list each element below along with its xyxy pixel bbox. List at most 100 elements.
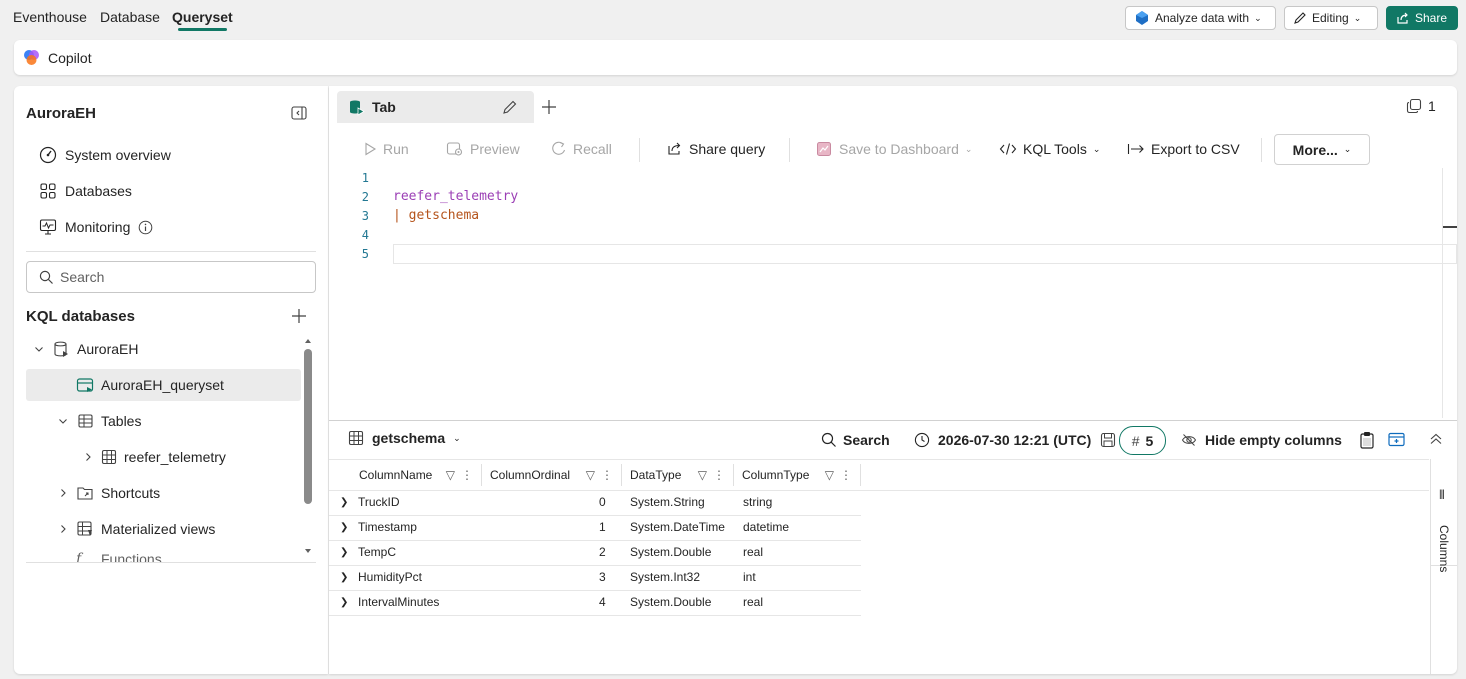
search-input[interactable]: Search <box>26 261 316 293</box>
copy-tabs-icon <box>1406 98 1422 114</box>
column-menu-icon[interactable]: ⋮ <box>713 468 725 482</box>
queryset-icon <box>76 378 94 392</box>
nav-database[interactable]: Database <box>100 9 160 25</box>
analyze-icon <box>1136 11 1148 25</box>
copilot-button[interactable]: Copilot <box>23 49 92 66</box>
tab-count[interactable]: 1 <box>1406 98 1436 114</box>
share-icon <box>1397 12 1408 24</box>
run-label: Run <box>383 141 409 157</box>
run-button[interactable]: Run <box>363 141 409 157</box>
expand-row-icon[interactable]: ❯ <box>340 540 348 564</box>
add-database-icon[interactable] <box>291 308 307 324</box>
tree-functions-clipped: f Functions <box>26 549 316 562</box>
databases-item[interactable]: Databases <box>39 182 132 200</box>
table-icon <box>348 430 364 446</box>
expand-row-icon[interactable]: ❯ <box>340 565 348 589</box>
column-header-name[interactable]: ColumnName ▽ ⋮ <box>349 464 482 486</box>
hash-icon: # <box>1131 432 1140 449</box>
hide-empty-columns-toggle[interactable]: Hide empty columns <box>1181 432 1342 448</box>
search-icon <box>821 432 836 447</box>
filter-icon[interactable]: ▽ <box>825 468 834 482</box>
code-icon <box>999 143 1017 155</box>
editor-scrollbar-track <box>1442 168 1443 418</box>
results-search-button[interactable]: Search <box>821 432 890 448</box>
share-query-button[interactable]: Share query <box>666 141 765 157</box>
cell-columntype: real <box>743 545 764 559</box>
collapse-panel-icon[interactable] <box>291 106 307 120</box>
columns-panel-button[interactable]: ||| Columns <box>1431 481 1457 572</box>
line-number: 1 <box>361 171 369 185</box>
row-count-badge[interactable]: # 5 <box>1119 426 1166 455</box>
sidebar-scrollbar-thumb[interactable] <box>304 349 312 504</box>
add-tab-icon[interactable] <box>541 99 557 115</box>
system-overview-item[interactable]: System overview <box>39 146 171 164</box>
save-to-dashboard-button[interactable]: Save to Dashboard ⌄ <box>816 141 972 157</box>
share-button[interactable]: Share <box>1386 6 1458 30</box>
tree-materialized-views[interactable]: Materialized views <box>57 513 215 545</box>
filter-icon[interactable]: ▽ <box>586 468 595 482</box>
left-panel: AuroraEH System overview Databases Monit… <box>14 86 328 674</box>
kql-tools-button[interactable]: KQL Tools ⌄ <box>999 141 1100 157</box>
chevron-right-icon <box>61 489 66 497</box>
toolbar-divider <box>639 138 640 162</box>
rename-tab-icon[interactable] <box>502 99 518 115</box>
analyze-data-button[interactable]: Analyze data with ⌄ <box>1125 6 1276 30</box>
results-title-dropdown[interactable]: getschema ⌄ <box>348 430 461 446</box>
filter-icon[interactable]: ▽ <box>698 468 707 482</box>
monitoring-label: Monitoring <box>65 219 131 235</box>
recall-button[interactable]: Recall <box>551 141 612 157</box>
current-line-highlight <box>393 244 1457 264</box>
scroll-down-icon[interactable] <box>304 548 312 554</box>
query-tab[interactable]: Tab <box>337 91 534 123</box>
export-icon <box>1127 144 1144 154</box>
chevron-down-icon: ⌄ <box>453 432 461 443</box>
column-menu-icon[interactable]: ⋮ <box>461 468 473 482</box>
databases-label: Databases <box>65 183 132 199</box>
tree-functions-label: Functions <box>101 551 162 562</box>
column-header-ordinal[interactable]: ColumnOrdinal ▽ ⋮ <box>482 464 622 486</box>
column-menu-icon[interactable]: ⋮ <box>601 468 613 482</box>
column-header-datatype[interactable]: DataType ▽ ⋮ <box>622 464 734 486</box>
monitoring-item[interactable]: Monitoring <box>39 218 153 236</box>
divider <box>26 562 316 563</box>
tree-table-reefer[interactable]: reefer_telemetry <box>82 441 226 473</box>
preview-button[interactable]: Preview <box>446 141 520 157</box>
tree-database-aurora[interactable]: AuroraEH <box>33 333 138 365</box>
tree-tables[interactable]: Tables <box>57 405 141 437</box>
chevron-down-icon <box>59 419 67 424</box>
filter-icon[interactable]: ▽ <box>446 468 455 482</box>
tab-count-value: 1 <box>1428 98 1436 114</box>
tree-functions[interactable]: f Functions <box>57 549 162 562</box>
column-header-columntype[interactable]: ColumnType ▽ ⋮ <box>734 464 861 486</box>
code-editor[interactable]: 1 2 3 4 5 reefer_telemetry | getschema <box>329 168 1457 418</box>
recall-icon <box>552 141 566 155</box>
nav-queryset[interactable]: Queryset <box>172 9 233 31</box>
cell-columnname: IntervalMinutes <box>358 595 440 609</box>
kql-tools-label: KQL Tools <box>1023 141 1087 157</box>
kql-databases-title: KQL databases <box>26 308 135 325</box>
database-icon <box>54 341 68 357</box>
dashboard-icon <box>817 142 831 156</box>
column-menu-icon[interactable]: ⋮ <box>840 468 852 482</box>
expand-row-icon[interactable]: ❯ <box>340 515 348 539</box>
more-button[interactable]: More... ⌄ <box>1274 134 1370 165</box>
clipboard-icon[interactable] <box>1359 431 1375 449</box>
tree-shortcuts[interactable]: Shortcuts <box>57 477 160 509</box>
chevron-down-icon: ⌄ <box>1254 12 1262 23</box>
tree-queryset[interactable]: AuroraEH_queryset <box>76 369 224 401</box>
editing-mode-button[interactable]: Editing ⌄ <box>1284 6 1378 30</box>
save-icon[interactable] <box>1100 432 1116 448</box>
expand-row-icon[interactable]: ❯ <box>340 490 348 514</box>
nav-eventhouse[interactable]: Eventhouse <box>13 9 87 25</box>
more-label: More... <box>1292 141 1338 158</box>
info-icon[interactable] <box>138 220 153 235</box>
chevron-right-icon <box>61 525 66 533</box>
layout-icon[interactable] <box>1388 432 1405 447</box>
play-icon <box>365 142 377 156</box>
collapse-up-icon[interactable] <box>1429 433 1443 445</box>
row-count-value: 5 <box>1145 432 1154 449</box>
export-csv-button[interactable]: Export to CSV <box>1127 141 1240 157</box>
expand-row-icon[interactable]: ❯ <box>340 590 348 614</box>
cell-ordinal: 3 <box>599 570 606 584</box>
scroll-up-icon[interactable] <box>304 338 312 344</box>
